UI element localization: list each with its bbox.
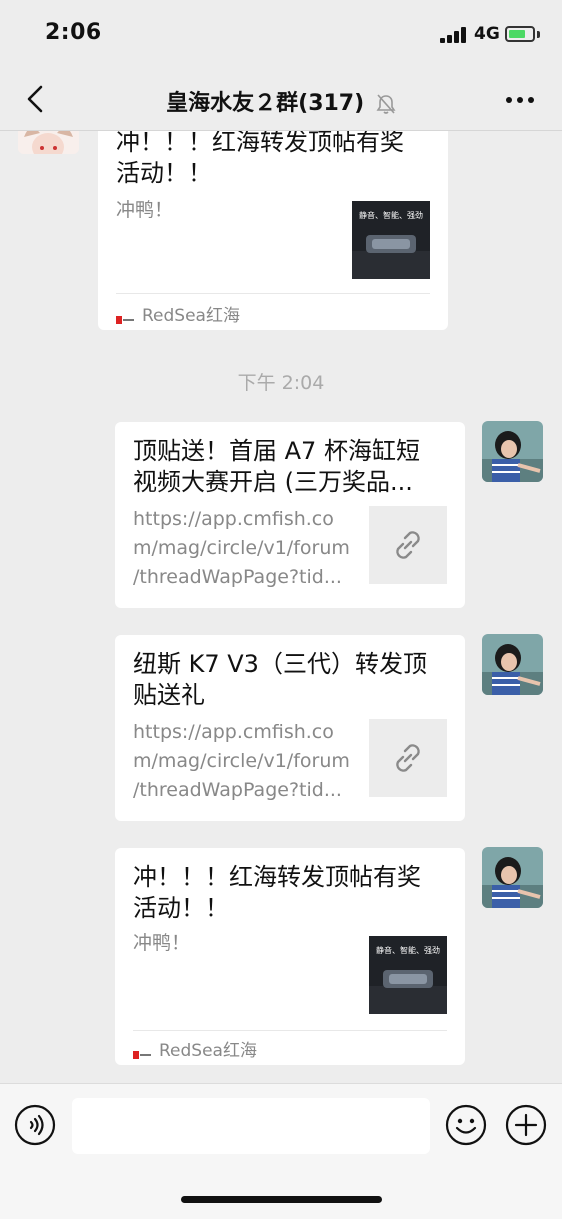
card-desc: 冲鸭！ bbox=[133, 932, 191, 954]
battery-tip bbox=[537, 31, 540, 38]
card-desc-line: /threadWapPage?tid... bbox=[133, 779, 342, 801]
avatar-self[interactable] bbox=[482, 847, 543, 908]
redsea-logo-icon bbox=[133, 1044, 151, 1059]
card-title: 冲！！！红海转发顶帖有奖 活动！！ bbox=[116, 131, 404, 189]
card-title-line: 冲！！！红海转发顶帖有奖 bbox=[116, 131, 404, 156]
card-thumbnail: 静音、智能、强劲 bbox=[369, 936, 447, 1014]
card-title-line: 纽斯 K7 V3（三代）转发顶 bbox=[133, 650, 427, 678]
card-divider bbox=[116, 293, 430, 294]
card-title-line: 活动！！ bbox=[116, 159, 212, 187]
mute-icon bbox=[376, 94, 396, 114]
message-card[interactable]: 顶贴送！首届 A7 杯海缸短 视频大赛开启 (三万奖品... https://a… bbox=[115, 422, 465, 608]
more-icon[interactable] bbox=[505, 96, 535, 104]
card-desc: https://app.cmfish.co m/mag/circle/v1/fo… bbox=[133, 505, 350, 592]
link-icon bbox=[396, 744, 420, 772]
thumb-text: 静音、智能、强劲 bbox=[376, 945, 440, 955]
card-desc-line: m/mag/circle/v1/forum bbox=[133, 537, 350, 559]
card-desc-line: https://app.cmfish.co bbox=[133, 508, 334, 530]
emoji-icon[interactable] bbox=[445, 1104, 487, 1146]
status-time: 2:06 bbox=[45, 20, 102, 45]
network-type: 4G bbox=[474, 24, 500, 44]
avatar-other[interactable] bbox=[18, 131, 79, 154]
card-desc: https://app.cmfish.co m/mag/circle/v1/fo… bbox=[133, 718, 350, 805]
card-desc: 冲鸭！ bbox=[116, 199, 174, 221]
card-thumbnail: 静音、智能、强劲 bbox=[352, 201, 430, 279]
card-title: 纽斯 K7 V3（三代）转发顶 贴送礼 bbox=[133, 649, 427, 711]
card-desc-line: m/mag/circle/v1/forum bbox=[133, 750, 350, 772]
redsea-logo-icon bbox=[116, 309, 134, 324]
card-title-line: 冲！！！红海转发顶帖有奖 bbox=[133, 863, 421, 891]
battery-icon bbox=[505, 26, 535, 42]
status-bar: 2:06 4G bbox=[0, 0, 562, 68]
avatar-self[interactable] bbox=[482, 421, 543, 482]
link-icon bbox=[396, 531, 420, 559]
home-indicator[interactable] bbox=[181, 1196, 382, 1203]
avatar-self[interactable] bbox=[482, 634, 543, 695]
message-input[interactable] bbox=[72, 1098, 430, 1154]
card-title-line: 贴送礼 bbox=[133, 681, 205, 709]
thumb-text: 静音、智能、强劲 bbox=[359, 210, 423, 220]
chat-timestamp: 下午 2:04 bbox=[237, 372, 325, 394]
card-source: RedSea红海 bbox=[116, 299, 240, 327]
chat-area[interactable]: 冲！！！红海转发顶帖有奖 活动！！ 冲鸭！ 静音、智能、强劲 RedSea红海 … bbox=[0, 131, 562, 1083]
message-card[interactable]: 纽斯 K7 V3（三代）转发顶 贴送礼 https://app.cmfish.c… bbox=[115, 635, 465, 821]
link-thumbnail bbox=[369, 719, 447, 797]
source-name: RedSea红海 bbox=[142, 305, 240, 326]
card-title-line: 活动！！ bbox=[133, 894, 229, 922]
chat-title: 皇海水友２群(317) bbox=[0, 85, 562, 117]
card-title-line: 视频大赛开启 (三万奖品... bbox=[133, 468, 413, 496]
card-title: 顶贴送！首届 A7 杯海缸短 视频大赛开启 (三万奖品... bbox=[133, 436, 420, 498]
nav-bar: 皇海水友２群(317) bbox=[0, 68, 562, 131]
voice-icon[interactable] bbox=[14, 1104, 56, 1146]
card-title: 冲！！！红海转发顶帖有奖 活动！！ bbox=[133, 862, 421, 924]
source-name: RedSea红海 bbox=[159, 1040, 257, 1061]
signal-icon bbox=[440, 27, 468, 43]
message-card[interactable]: 冲！！！红海转发顶帖有奖 活动！！ 冲鸭！ 静音、智能、强劲 RedSea红海 bbox=[98, 131, 448, 330]
card-divider bbox=[133, 1030, 447, 1031]
card-source: RedSea红海 bbox=[133, 1034, 257, 1062]
link-thumbnail bbox=[369, 506, 447, 584]
chat-title-text: 皇海水友２群(317) bbox=[166, 91, 365, 116]
card-title-line: 顶贴送！首届 A7 杯海缸短 bbox=[133, 437, 420, 465]
message-card[interactable]: 冲！！！红海转发顶帖有奖 活动！！ 冲鸭！ 静音、智能、强劲 RedSea红海 bbox=[115, 848, 465, 1065]
card-desc-line: /threadWapPage?tid... bbox=[133, 566, 342, 588]
plus-icon[interactable] bbox=[505, 1104, 547, 1146]
card-desc-line: https://app.cmfish.co bbox=[133, 721, 334, 743]
